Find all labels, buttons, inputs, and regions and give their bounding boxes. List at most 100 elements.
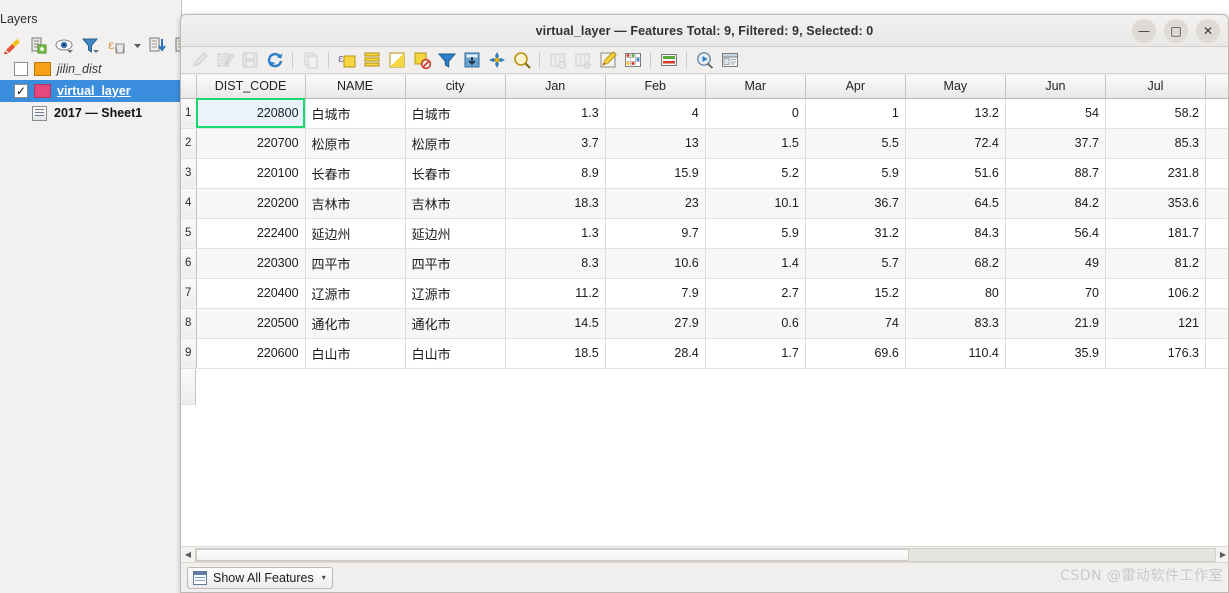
table-cell[interactable]: 白山市 xyxy=(305,338,406,369)
table-cell[interactable]: 88.7 xyxy=(1005,158,1106,189)
scrollbar-track[interactable] xyxy=(195,547,1216,562)
table-cell[interactable]: 81.2 xyxy=(1105,248,1206,279)
table-cell[interactable]: 10.1 xyxy=(705,188,806,219)
expression-filter-icon[interactable]: ε xyxy=(106,35,127,56)
table-cell[interactable]: 长春市 xyxy=(305,158,406,189)
table-cell[interactable]: 56.4 xyxy=(1005,218,1106,249)
table-cell[interactable]: 吉林市 xyxy=(405,188,506,219)
table-cell[interactable]: 85.3 xyxy=(1105,128,1206,159)
table-cell[interactable]: 27.9 xyxy=(605,308,706,339)
table-cell[interactable]: 1.7 xyxy=(705,338,806,369)
show-all-features-button[interactable]: Show All Features ▾ xyxy=(187,566,333,589)
column-header-dist_code[interactable]: DIST_CODE xyxy=(196,75,306,99)
table-cell[interactable]: 辽源市 xyxy=(305,278,406,309)
table-cell[interactable]: 72.4 xyxy=(905,128,1006,159)
table-cell-overflow[interactable] xyxy=(1205,128,1228,159)
table-row[interactable]: 1 220800 白城市 白城市 1.3 4 0 1 13.2 54 58.2 xyxy=(181,98,1228,129)
table-cell[interactable]: 延边州 xyxy=(405,218,506,249)
new-field-icon[interactable] xyxy=(572,50,593,71)
column-header-city[interactable]: city xyxy=(405,75,506,99)
table-cell[interactable]: 通化市 xyxy=(405,308,506,339)
table-cell[interactable]: 37.7 xyxy=(1005,128,1106,159)
table-cell[interactable]: 1.5 xyxy=(705,128,806,159)
select-by-expression-icon[interactable]: ε xyxy=(336,50,357,71)
layer-visibility-checkbox[interactable] xyxy=(14,62,28,76)
delete-field-icon[interactable] xyxy=(547,50,568,71)
table-row[interactable]: 3 220100 长春市 长春市 8.9 15.9 5.2 5.9 51.6 88.7 231.8 xyxy=(181,158,1228,189)
table-cell[interactable]: 220100 xyxy=(196,158,306,189)
table-cell[interactable]: 18.3 xyxy=(505,188,606,219)
table-cell[interactable]: 68.2 xyxy=(905,248,1006,279)
conditional-formatting-icon[interactable] xyxy=(622,50,643,71)
table-cell[interactable]: 13 xyxy=(605,128,706,159)
table-cell[interactable]: 5.5 xyxy=(805,128,906,159)
table-cell[interactable]: 58.2 xyxy=(1105,98,1206,129)
column-header-mar[interactable]: Mar xyxy=(705,75,806,99)
table-row[interactable]: 4 220200 吉林市 吉林市 18.3 23 10.1 36.7 64.5 84.2 353.6 xyxy=(181,188,1228,219)
table-cell[interactable]: 220600 xyxy=(196,338,306,369)
multi-edit-icon[interactable] xyxy=(214,50,235,71)
filter-legend-icon[interactable] xyxy=(80,35,101,56)
row-number-cell[interactable]: 1 xyxy=(181,98,197,129)
row-number-cell[interactable]: 8 xyxy=(181,308,197,339)
table-row[interactable]: 9 220600 白山市 白山市 18.5 28.4 1.7 69.6 110.4 35.9 176… xyxy=(181,338,1228,369)
invert-selection-icon[interactable] xyxy=(386,50,407,71)
table-cell-overflow[interactable] xyxy=(1205,218,1228,249)
table-cell[interactable]: 220700 xyxy=(196,128,306,159)
table-cell[interactable]: 106.2 xyxy=(1105,278,1206,309)
table-cell[interactable]: 0 xyxy=(705,98,806,129)
table-cell[interactable]: 1 xyxy=(805,98,906,129)
table-cell[interactable]: 51.6 xyxy=(905,158,1006,189)
table-cell[interactable]: 31.2 xyxy=(805,218,906,249)
table-cell[interactable]: 松原市 xyxy=(305,128,406,159)
table-cell-overflow[interactable] xyxy=(1205,308,1228,339)
expand-all-icon[interactable] xyxy=(147,35,168,56)
table-cell[interactable]: 5.2 xyxy=(705,158,806,189)
table-cell[interactable]: 49 xyxy=(1005,248,1106,279)
table-cell[interactable]: 74 xyxy=(805,308,906,339)
table-cell-overflow[interactable] xyxy=(1205,248,1228,279)
table-cell[interactable]: 10.6 xyxy=(605,248,706,279)
table-cell[interactable]: 通化市 xyxy=(305,308,406,339)
horizontal-scrollbar[interactable]: ◀ ▶ xyxy=(181,546,1228,563)
table-cell[interactable]: 181.7 xyxy=(1105,218,1206,249)
actions-icon[interactable] xyxy=(694,50,715,71)
table-cell[interactable]: 84.3 xyxy=(905,218,1006,249)
column-header-may[interactable]: May xyxy=(905,75,1006,99)
table-cell[interactable]: 54 xyxy=(1005,98,1106,129)
scroll-right-arrow-icon[interactable]: ▶ xyxy=(1216,547,1228,563)
scroll-left-arrow-icon[interactable]: ◀ xyxy=(181,547,195,563)
row-number-cell[interactable]: 4 xyxy=(181,188,197,219)
table-cell[interactable]: 36.7 xyxy=(805,188,906,219)
table-cell[interactable]: 15.2 xyxy=(805,278,906,309)
table-cell[interactable]: 18.5 xyxy=(505,338,606,369)
table-cell[interactable]: 白城市 xyxy=(405,98,506,129)
row-number-cell[interactable]: 7 xyxy=(181,278,197,309)
close-button[interactable]: ✕ xyxy=(1196,19,1220,43)
reload-table-icon[interactable] xyxy=(264,50,285,71)
column-header-jul[interactable]: Jul xyxy=(1105,75,1206,99)
row-number-cell[interactable]: 9 xyxy=(181,338,197,369)
table-cell[interactable]: 220400 xyxy=(196,278,306,309)
window-titlebar[interactable]: virtual_layer — Features Total: 9, Filte… xyxy=(181,15,1228,47)
move-selection-to-top-icon[interactable] xyxy=(461,50,482,71)
row-number-cell[interactable]: 3 xyxy=(181,158,197,189)
table-cell[interactable]: 3.7 xyxy=(505,128,606,159)
row-number-cell[interactable]: 6 xyxy=(181,248,197,279)
filter-dropdown-caret-icon[interactable] xyxy=(132,35,142,56)
table-cell[interactable]: 8.9 xyxy=(505,158,606,189)
layers-tree[interactable]: jilin_dist ✓ virtual_layer 2017 — Sheet1 xyxy=(0,58,181,124)
table-cell[interactable]: 吉林市 xyxy=(305,188,406,219)
table-cell[interactable]: 7.9 xyxy=(605,278,706,309)
table-cell[interactable]: 80 xyxy=(905,278,1006,309)
table-cell[interactable]: 5.7 xyxy=(805,248,906,279)
organize-columns-icon[interactable] xyxy=(658,50,679,71)
table-cell-overflow[interactable] xyxy=(1205,338,1228,369)
pan-to-selection-icon[interactable] xyxy=(486,50,507,71)
table-cell[interactable]: 220800 xyxy=(196,98,306,129)
table-cell-overflow[interactable] xyxy=(1205,278,1228,309)
table-row[interactable]: 8 220500 通化市 通化市 14.5 27.9 0.6 74 83.3 21.9 121 xyxy=(181,308,1228,339)
table-cell[interactable]: 1.4 xyxy=(705,248,806,279)
chevron-down-icon[interactable]: ▾ xyxy=(322,573,326,582)
save-edits-icon[interactable] xyxy=(239,50,260,71)
